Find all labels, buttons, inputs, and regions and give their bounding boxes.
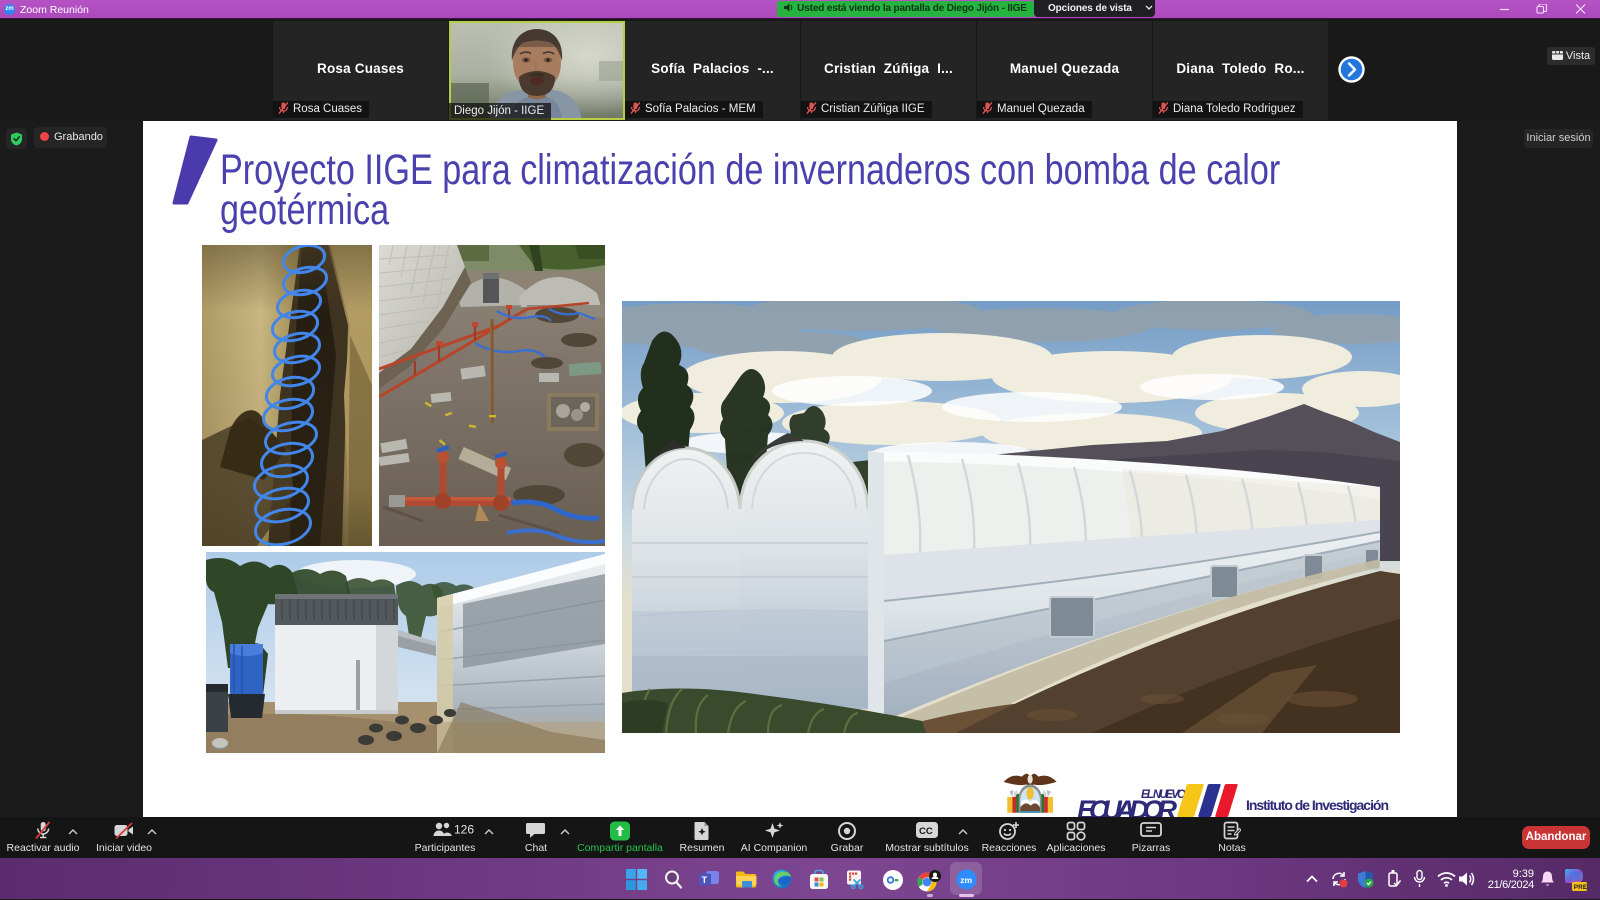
svg-text:ECUADOR: ECUADOR — [1077, 795, 1178, 817]
svg-text:CC: CC — [919, 826, 933, 837]
svg-text:PRE: PRE — [1574, 884, 1588, 891]
svg-text:zm: zm — [960, 875, 972, 885]
svg-text:T: T — [702, 875, 708, 886]
svg-text:Instituto de Investigación: Instituto de Investigación — [1246, 797, 1389, 813]
svg-text:126: 126 — [454, 823, 474, 837]
